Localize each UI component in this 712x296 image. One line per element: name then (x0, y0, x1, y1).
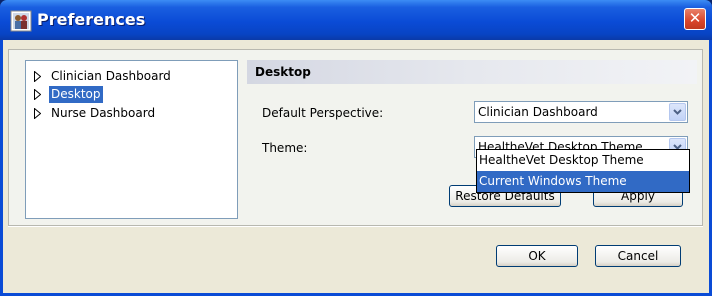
ok-button[interactable]: OK (496, 245, 578, 267)
default-perspective-select[interactable]: Clinician Dashboard (474, 101, 688, 123)
tree-item-label: Nurse Dashboard (51, 106, 156, 120)
app-icon (10, 10, 32, 32)
dialog-body: Clinician Dashboard Desktop Nurse Dashbo… (3, 40, 709, 293)
preferences-tree[interactable]: Clinician Dashboard Desktop Nurse Dashbo… (25, 60, 238, 219)
dropdown-button[interactable] (669, 103, 686, 121)
section-title: Desktop (247, 60, 697, 84)
chevron-down-icon (673, 109, 682, 115)
dropdown-option-current-windows-theme[interactable]: Current Windows Theme (477, 171, 689, 192)
window-title: Preferences (37, 10, 146, 29)
theme-label: Theme: (262, 141, 308, 155)
expand-arrow-icon[interactable] (34, 89, 41, 100)
close-button[interactable]: ✕ (684, 8, 706, 30)
desktop-settings-panel: Desktop Default Perspective: Clinician D… (247, 60, 697, 219)
default-perspective-value: Clinician Dashboard (478, 105, 598, 119)
tree-item-label: Desktop (49, 86, 103, 103)
preferences-window: Preferences ✕ Clinician Dashboard Deskto… (0, 0, 712, 296)
expand-arrow-icon[interactable] (34, 71, 41, 82)
title-bar[interactable]: Preferences ✕ (0, 0, 712, 40)
dropdown-option-healthevet-theme[interactable]: HealtheVet Desktop Theme (477, 150, 689, 171)
cancel-button[interactable]: Cancel (595, 245, 681, 267)
tree-item-label: Clinician Dashboard (51, 69, 171, 83)
expand-arrow-icon[interactable] (34, 108, 41, 119)
close-icon: ✕ (688, 9, 702, 27)
default-perspective-label: Default Perspective: (262, 106, 384, 120)
content-panel: Clinician Dashboard Desktop Nurse Dashbo… (8, 49, 703, 226)
theme-dropdown-list[interactable]: HealtheVet Desktop Theme Current Windows… (476, 149, 690, 193)
